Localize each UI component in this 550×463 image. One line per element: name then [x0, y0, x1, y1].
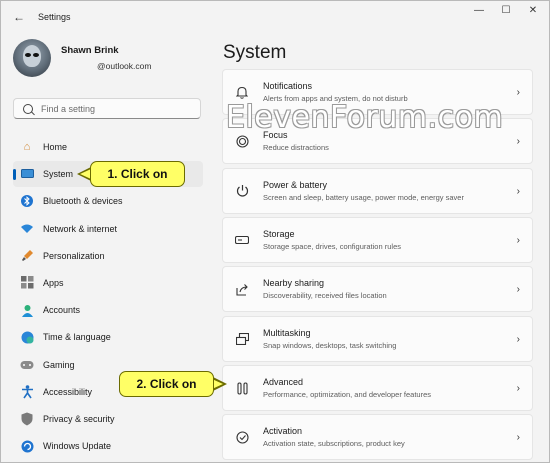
storage-icon — [234, 232, 250, 248]
sidebar-item-label: Time & language — [43, 332, 111, 343]
card-description: Screen and sleep, battery usage, power m… — [263, 192, 464, 202]
card-power-battery[interactable]: Power & battery Screen and sleep, battery… — [222, 167, 533, 214]
avatar — [13, 39, 51, 77]
card-description: Performance, optimization, and developer… — [263, 390, 432, 400]
card-title: Multitasking — [263, 327, 311, 338]
sidebar-item-privacy-security[interactable]: Privacy & security — [13, 406, 203, 432]
user-profile[interactable]: Shawn Brink @outlook.com — [13, 39, 151, 77]
chevron-right-icon: › — [516, 185, 520, 197]
sidebar-item-label: Gaming — [43, 359, 75, 370]
sidebar-item-time-language[interactable]: Time & language — [13, 324, 203, 350]
card-description: Activation state, subscriptions, product… — [263, 439, 405, 449]
profile-email: @outlook.com — [97, 61, 152, 71]
search-input[interactable]: Find a setting — [41, 104, 95, 114]
advanced-icon — [234, 380, 250, 396]
card-description: Storage space, drives, configuration rul… — [263, 242, 401, 252]
sidebar-item-home[interactable]: ⌂ Home — [13, 134, 203, 160]
home-icon: ⌂ — [23, 141, 31, 153]
multitasking-icon — [234, 331, 250, 347]
card-multitasking[interactable]: Multitasking Snap windows, desktops, task… — [222, 315, 533, 362]
power-icon — [234, 183, 250, 199]
bluetooth-icon — [20, 194, 34, 208]
chevron-right-icon: › — [516, 333, 520, 345]
chevron-right-icon: › — [516, 383, 520, 395]
apps-icon — [20, 276, 34, 290]
title-bar: ← Settings — ☐ ✕ — [1, 1, 549, 33]
gamepad-icon — [20, 358, 34, 372]
card-title: Advanced — [263, 377, 304, 388]
back-button[interactable]: ← — [9, 7, 29, 27]
wifi-icon — [20, 222, 34, 236]
system-settings-list: Notifications Alerts from apps and system… — [222, 69, 533, 463]
bell-icon — [234, 84, 250, 100]
focus-icon — [234, 133, 250, 149]
card-activation[interactable]: Activation Activation state, subscription… — [222, 414, 533, 461]
sidebar-item-windows-update[interactable]: Windows Update — [13, 433, 203, 459]
profile-name: Shawn Brink — [61, 45, 119, 56]
sidebar-item-label: Apps — [43, 277, 64, 288]
settings-window: ← Settings — ☐ ✕ Shawn Brink @outlook.co… — [0, 0, 550, 463]
sidebar-item-label: Bluetooth & devices — [43, 196, 123, 207]
close-button[interactable]: ✕ — [522, 1, 544, 19]
share-icon — [234, 281, 250, 297]
card-description: Discoverability, received files location — [263, 291, 387, 301]
window-controls: — ☐ ✕ — [468, 1, 549, 33]
card-title: Storage — [263, 229, 295, 240]
card-title: Focus — [263, 130, 288, 141]
person-icon — [20, 303, 34, 317]
activation-icon — [234, 429, 250, 445]
globe-clock-icon — [20, 330, 34, 344]
sidebar-item-bluetooth[interactable]: Bluetooth & devices — [13, 188, 203, 214]
app-title: Settings — [38, 12, 71, 22]
card-storage[interactable]: Storage Storage space, drives, configurat… — [222, 217, 533, 264]
chevron-right-icon: › — [516, 284, 520, 296]
card-description: Snap windows, desktops, task switching — [263, 340, 397, 350]
shield-icon — [20, 412, 34, 426]
chevron-right-icon: › — [516, 87, 520, 98]
email-redaction — [61, 60, 97, 69]
page-title: System — [223, 42, 287, 63]
card-description: Alerts from apps and system, do not dist… — [263, 94, 408, 103]
callout-step-1: 1. Click on — [90, 161, 185, 187]
sidebar-item-label: Network & internet — [43, 223, 118, 234]
sidebar-item-label: Personalization — [43, 250, 105, 261]
sidebar-item-label: Windows Update — [43, 441, 112, 452]
card-advanced[interactable]: Advanced Performance, optimization, and d… — [222, 365, 533, 412]
update-icon — [20, 439, 34, 453]
sidebar-item-accounts[interactable]: Accounts — [13, 297, 203, 323]
card-title: Power & battery — [263, 179, 328, 190]
card-title: Notifications — [263, 81, 313, 91]
sidebar-item-label: Accounts — [43, 305, 81, 316]
sidebar-item-label: Privacy & security — [43, 413, 115, 424]
minimize-button[interactable]: — — [468, 1, 490, 19]
card-nearby-sharing[interactable]: Nearby sharing Discoverability, received … — [222, 266, 533, 313]
maximize-button[interactable]: ☐ — [495, 1, 517, 19]
callout-step-2: 2. Click on — [119, 371, 214, 397]
back-arrow-icon: ← — [13, 10, 25, 24]
card-title: Activation — [263, 426, 303, 437]
card-description: Reduce distractions — [263, 143, 329, 153]
sidebar-item-apps[interactable]: Apps — [13, 270, 203, 296]
search-box[interactable]: Find a setting — [13, 98, 201, 119]
card-focus[interactable]: Focus Reduce distractions › — [222, 118, 533, 165]
accessibility-icon — [20, 384, 34, 399]
card-title: Nearby sharing — [263, 278, 325, 289]
chevron-right-icon: › — [516, 432, 520, 444]
card-notifications[interactable]: Notifications Alerts from apps and system… — [222, 69, 533, 115]
sidebar-item-network[interactable]: Network & internet — [13, 216, 203, 242]
sidebar-item-label: Accessibility — [43, 386, 93, 397]
search-icon — [23, 103, 33, 114]
sidebar-item-label: System — [43, 169, 74, 180]
chevron-right-icon: › — [516, 235, 520, 247]
sidebar-item-personalization[interactable]: Personalization — [13, 243, 203, 269]
chevron-right-icon: › — [516, 136, 520, 148]
sidebar-item-label: Home — [43, 142, 68, 152]
display-icon — [20, 167, 34, 181]
paintbrush-icon — [20, 249, 34, 263]
